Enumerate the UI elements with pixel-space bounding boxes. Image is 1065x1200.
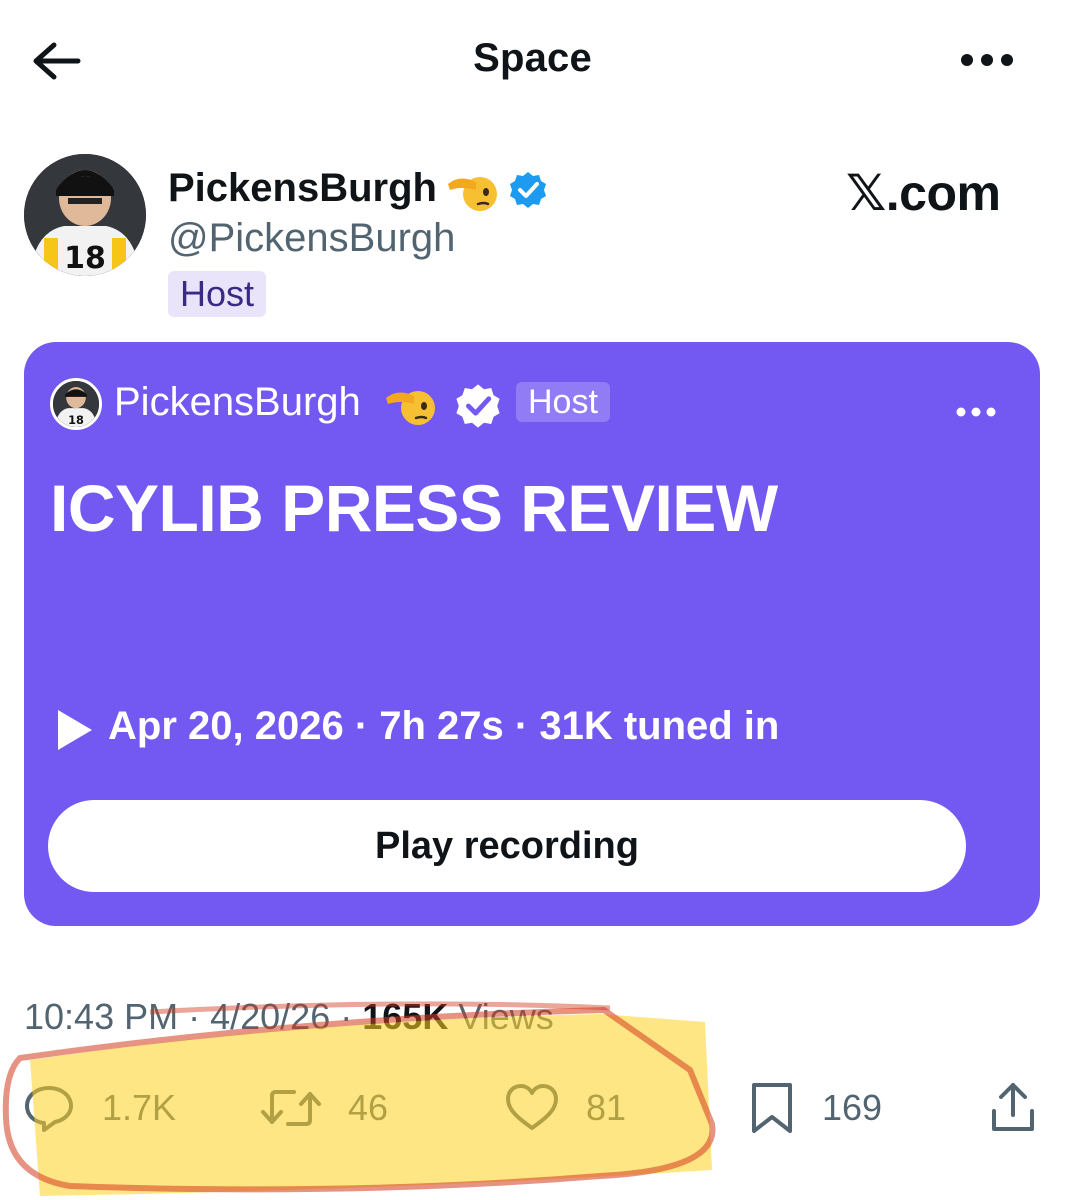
card-more-options-icon[interactable] (952, 398, 1000, 426)
space-meta: Apr 20, 2026 · 7h 27s · 31K tuned in (108, 704, 780, 748)
post-date[interactable]: 4/20/26 (210, 996, 330, 1037)
svg-text:18: 18 (64, 241, 106, 276)
salute-emoji-icon (384, 382, 436, 428)
post-meta: 10:43 PM · 4/20/26 · 165K Views (24, 996, 554, 1037)
repost-button[interactable]: 46 (260, 1078, 388, 1138)
author-avatar[interactable]: 18 (24, 154, 146, 276)
verified-badge-icon (454, 382, 502, 430)
play-icon (54, 708, 94, 752)
share-button[interactable] (986, 1078, 1040, 1138)
host-badge: Host (168, 271, 267, 317)
views-count: 165K (362, 996, 449, 1037)
host-name: PickensBurgh (114, 380, 361, 424)
like-button[interactable]: 81 (504, 1078, 626, 1138)
space-title: ICYLIB PRESS REVIEW (50, 471, 778, 545)
svg-text:18: 18 (68, 414, 84, 427)
bookmark-button[interactable]: 169 (748, 1078, 882, 1138)
author-handle[interactable]: @PickensBurgh (168, 216, 455, 261)
reply-count: 1.7K (102, 1087, 177, 1128)
space-card[interactable]: 18 PickensBurgh Host ICYLIB PRESS REVIEW… (24, 342, 1040, 926)
verified-badge-icon (508, 170, 548, 210)
like-count: 81 (586, 1087, 627, 1128)
repost-icon (261, 1090, 321, 1126)
author-name[interactable]: PickensBurgh (168, 166, 437, 211)
more-options-icon[interactable] (952, 40, 1022, 80)
bookmark-count: 169 (822, 1087, 883, 1128)
host-avatar: 18 (50, 378, 102, 430)
salute-emoji-icon (446, 168, 498, 214)
play-recording-button[interactable]: Play recording (48, 800, 966, 892)
repost-count: 46 (348, 1087, 389, 1128)
page-title: Space (473, 36, 592, 80)
bookmark-icon (752, 1083, 792, 1133)
reply-button[interactable]: 1.7K (22, 1078, 176, 1138)
brand-logo: 𝕏.com (846, 165, 1001, 221)
share-icon (992, 1083, 1034, 1131)
views-label: Views (458, 996, 554, 1037)
post-time[interactable]: 10:43 PM (24, 996, 178, 1037)
heart-icon (506, 1084, 558, 1130)
reply-icon (25, 1086, 73, 1132)
host-badge: Host (516, 382, 610, 422)
